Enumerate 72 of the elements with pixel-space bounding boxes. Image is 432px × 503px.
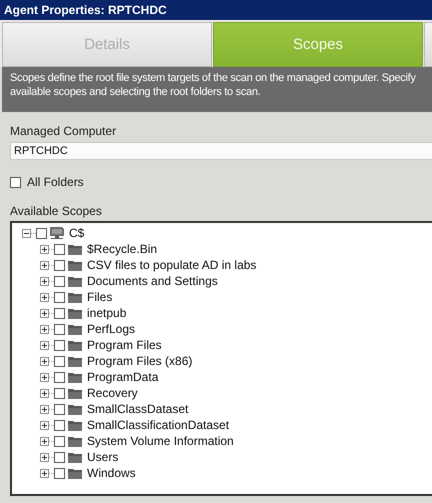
tree-item[interactable]: Program Files — [87, 338, 162, 352]
tree-label: Available Scopes — [10, 204, 103, 218]
expand-icon[interactable] — [40, 308, 49, 318]
checkbox[interactable] — [54, 452, 65, 462]
tree-item[interactable]: System Volume Information — [87, 434, 234, 448]
folder-icon — [67, 275, 83, 287]
description-text: available scopes and selecting the root folders to scan. — [10, 85, 262, 99]
checkbox[interactable] — [54, 260, 65, 270]
expand-icon[interactable] — [40, 468, 49, 478]
expand-icon[interactable] — [40, 292, 49, 302]
folder-icon — [67, 387, 83, 399]
expand-icon[interactable] — [40, 420, 49, 430]
checkbox[interactable] — [36, 228, 47, 238]
tree-item[interactable]: Users — [87, 450, 118, 464]
folder-icon — [67, 467, 83, 479]
expand-icon[interactable] — [40, 324, 49, 334]
checkbox[interactable] — [54, 404, 65, 414]
tree-item[interactable]: Windows — [87, 466, 136, 480]
checkbox[interactable] — [54, 436, 65, 446]
tree-item[interactable]: Files — [87, 290, 112, 304]
checkbox[interactable] — [54, 468, 65, 478]
folder-icon — [67, 339, 83, 351]
tree-item[interactable]: C$ — [69, 226, 84, 240]
folder-icon — [67, 307, 83, 319]
tree-item[interactable]: inetpub — [87, 306, 126, 320]
checkbox[interactable] — [54, 276, 65, 286]
checkbox[interactable] — [54, 324, 65, 334]
folder-icon — [67, 419, 83, 431]
tree-item[interactable]: Documents and Settings — [87, 274, 218, 288]
computer-icon — [49, 226, 65, 240]
expand-icon[interactable] — [40, 340, 49, 350]
folder-icon — [67, 243, 83, 255]
expand-icon[interactable] — [40, 356, 49, 366]
description-text: Scopes define the root file system targets of the scan on the managed computer. Specify — [10, 71, 417, 85]
checkbox[interactable] — [54, 388, 65, 398]
checkbox[interactable] — [54, 244, 65, 254]
field-label: Managed Computer — [10, 124, 118, 138]
collapse-icon[interactable] — [22, 228, 31, 238]
window-title: Agent Properties: RPTCHDC — [0, 0, 432, 20]
folder-icon — [67, 323, 83, 335]
expand-icon[interactable] — [40, 260, 49, 270]
folder-icon — [67, 355, 83, 367]
checkbox[interactable] — [54, 420, 65, 430]
tree-item[interactable]: SmallClassificationDataset — [87, 418, 230, 432]
checkbox[interactable] — [54, 356, 65, 366]
expand-icon[interactable] — [40, 436, 49, 446]
folder-icon — [67, 291, 83, 303]
folder-icon — [67, 371, 83, 383]
expand-icon[interactable] — [40, 388, 49, 398]
tree-item[interactable]: $Recycle.Bin — [87, 242, 158, 256]
tree-item[interactable]: PerfLogs — [87, 322, 136, 336]
tree-item[interactable]: ProgramData — [87, 370, 158, 384]
checkbox[interactable] — [10, 176, 21, 188]
folder-icon — [67, 403, 83, 415]
folder-icon — [67, 451, 83, 463]
tree-item[interactable]: Recovery — [87, 386, 138, 400]
expand-icon[interactable] — [40, 244, 49, 254]
expand-icon[interactable] — [40, 372, 49, 382]
tree-item[interactable]: Program Files (x86) — [87, 354, 192, 368]
expand-icon[interactable] — [40, 452, 49, 462]
expand-icon[interactable] — [40, 404, 49, 414]
folder-icon — [67, 259, 83, 271]
folder-icon — [67, 435, 83, 447]
tree-item[interactable]: CSV files to populate AD in labs — [87, 258, 256, 272]
computer-field[interactable]: RPTCHDC — [10, 142, 432, 160]
checkbox[interactable] — [54, 308, 65, 318]
checkbox[interactable] — [54, 340, 65, 350]
checkbox[interactable] — [54, 292, 65, 302]
checkbox-label: All Folders — [27, 175, 84, 189]
checkbox[interactable] — [54, 372, 65, 382]
tree-item[interactable]: SmallClassDataset — [87, 402, 188, 416]
expand-icon[interactable] — [40, 276, 49, 286]
